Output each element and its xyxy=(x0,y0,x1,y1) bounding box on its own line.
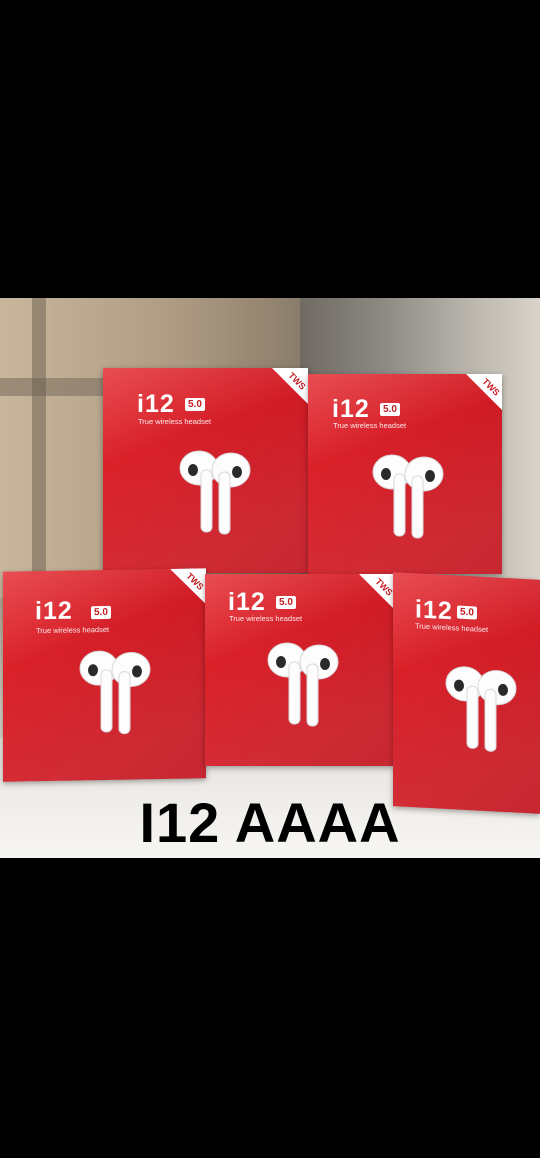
box-tagline: True wireless headset xyxy=(138,417,212,426)
product-photo: i12 5.0 True wireless headset TWS i12 5.… xyxy=(0,298,540,858)
earbuds-icon xyxy=(79,650,151,735)
product-box: i12 5.0 True wireless headset TWS xyxy=(103,368,308,573)
box-version: 5.0 xyxy=(380,403,400,416)
box-model: i12 xyxy=(137,390,175,418)
earbuds-icon xyxy=(445,666,517,752)
background-post xyxy=(32,298,46,578)
product-box: i12 5.0 True wireless headset xyxy=(393,572,540,814)
box-version: 5.0 xyxy=(91,605,111,620)
box-tagline: True wireless headset xyxy=(36,624,110,636)
earbuds-icon xyxy=(267,642,339,727)
product-box: i12 5.0 True wireless headset TWS xyxy=(3,568,206,782)
earbuds-icon xyxy=(179,450,251,535)
box-version: 5.0 xyxy=(276,596,296,609)
box-tagline: True wireless headset xyxy=(333,421,407,430)
box-version: 5.0 xyxy=(185,398,205,411)
earbuds-icon xyxy=(372,454,444,539)
box-model: i12 xyxy=(228,588,266,616)
box-model: i12 xyxy=(35,596,73,626)
box-tagline: True wireless headset xyxy=(229,614,303,623)
box-model: i12 xyxy=(332,395,370,423)
product-box: i12 5.0 True wireless headset TWS xyxy=(205,574,395,766)
box-version: 5.0 xyxy=(457,605,477,620)
product-caption: I12 AAAA xyxy=(139,791,401,854)
product-box: i12 5.0 True wireless headset TWS xyxy=(308,374,502,574)
